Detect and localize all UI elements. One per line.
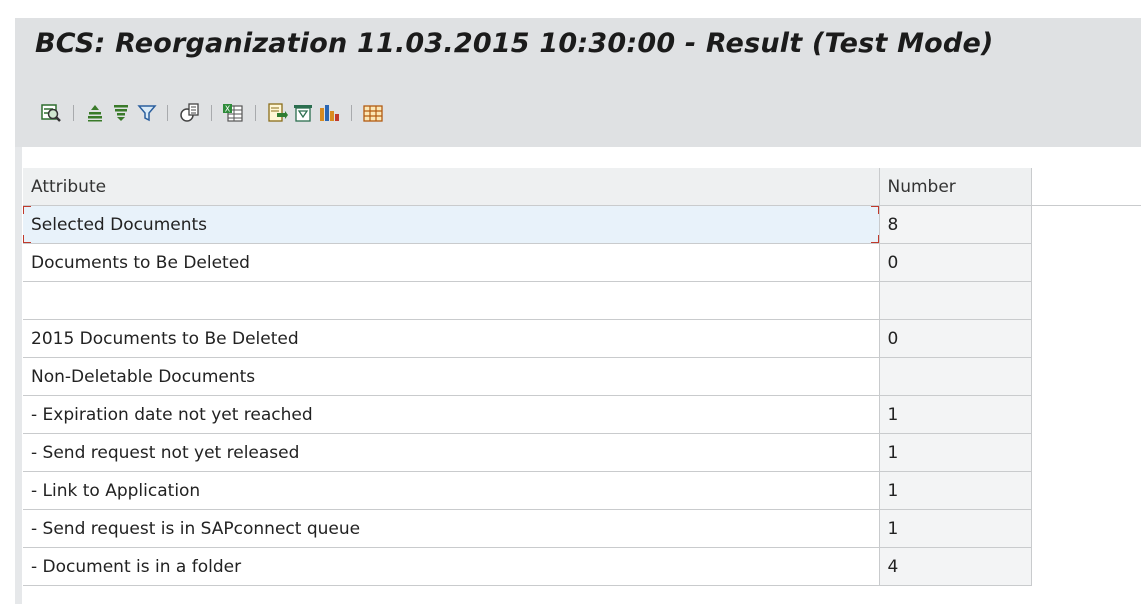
selection-marker bbox=[870, 235, 878, 243]
cell-attribute[interactable]: - Expiration date not yet reached bbox=[23, 395, 880, 434]
column-header-attribute[interactable]: Attribute bbox=[23, 168, 880, 206]
cell-number[interactable] bbox=[879, 281, 1032, 320]
table-row[interactable]: Selected Documents 8 bbox=[23, 205, 1032, 244]
page-title: BCS: Reorganization 11.03.2015 10:30:00 … bbox=[35, 28, 994, 59]
toolbar-separator bbox=[73, 105, 74, 121]
filter-button[interactable] bbox=[135, 101, 159, 125]
cell-number[interactable]: 4 bbox=[879, 547, 1032, 586]
spreadsheet-export-icon: X bbox=[223, 104, 243, 122]
table-row[interactable]: - Document is in a folder 4 bbox=[23, 547, 1032, 586]
table-row[interactable]: - Send request is in SAPconnect queue 1 bbox=[23, 509, 1032, 548]
cell-attribute[interactable]: - Link to Application bbox=[23, 471, 880, 510]
details-button[interactable] bbox=[39, 101, 63, 125]
table-row[interactable]: - Send request not yet released 1 bbox=[23, 433, 1032, 472]
change-layout-icon bbox=[363, 105, 383, 122]
sap-window: BCS: Reorganization 11.03.2015 10:30:00 … bbox=[0, 0, 1141, 604]
table-row[interactable]: Non-Deletable Documents bbox=[23, 357, 1032, 396]
toolbar-separator bbox=[167, 105, 168, 121]
cell-attribute[interactable]: 2015 Documents to Be Deleted bbox=[23, 319, 880, 358]
selection-marker bbox=[23, 235, 31, 243]
toolbar-separator bbox=[255, 105, 256, 121]
spreadsheet-export-button[interactable]: X bbox=[221, 101, 245, 125]
result-table: Attribute Number Selected Documents 8 Do… bbox=[23, 168, 1032, 586]
print-preview-button[interactable] bbox=[291, 101, 315, 125]
cell-number[interactable]: 1 bbox=[879, 509, 1032, 548]
toolbar-separator bbox=[211, 105, 212, 121]
total-icon bbox=[180, 103, 199, 122]
graphic-chart-icon bbox=[320, 105, 339, 121]
table-row[interactable] bbox=[23, 281, 1032, 320]
selection-marker bbox=[870, 205, 878, 214]
alv-toolbar: X bbox=[15, 83, 1141, 147]
title-bar: BCS: Reorganization 11.03.2015 10:30:00 … bbox=[15, 18, 1141, 83]
top-strip bbox=[0, 0, 1141, 18]
table-header-row: Attribute Number bbox=[23, 168, 1032, 206]
cell-attribute[interactable]: Non-Deletable Documents bbox=[23, 357, 880, 396]
change-layout-button[interactable] bbox=[361, 101, 385, 125]
cell-attribute[interactable]: Documents to Be Deleted bbox=[23, 243, 880, 282]
local-file-export-icon bbox=[268, 103, 288, 122]
details-icon bbox=[41, 104, 61, 122]
cell-attribute[interactable]: - Send request not yet released bbox=[23, 433, 880, 472]
svg-text:X: X bbox=[225, 105, 231, 114]
total-button[interactable] bbox=[177, 101, 201, 125]
content-left-border bbox=[15, 147, 22, 604]
cell-number[interactable]: 0 bbox=[879, 319, 1032, 358]
graphic-chart-button[interactable] bbox=[317, 101, 341, 125]
local-file-export-button[interactable] bbox=[265, 101, 289, 125]
cell-number[interactable]: 1 bbox=[879, 395, 1032, 434]
cell-attribute-text: Selected Documents bbox=[31, 214, 208, 235]
cell-attribute[interactable]: - Send request is in SAPconnect queue bbox=[23, 509, 880, 548]
column-header-number[interactable]: Number bbox=[879, 168, 1032, 206]
sort-ascending-button[interactable] bbox=[83, 101, 107, 125]
sort-descending-icon bbox=[114, 105, 128, 121]
table-row[interactable]: - Link to Application 1 bbox=[23, 471, 1032, 510]
filter-icon bbox=[137, 105, 157, 122]
print-preview-icon bbox=[294, 105, 312, 122]
cell-attribute[interactable]: - Document is in a folder bbox=[23, 547, 880, 586]
table-row[interactable]: - Expiration date not yet reached 1 bbox=[23, 395, 1032, 434]
cell-number[interactable]: 1 bbox=[879, 433, 1032, 472]
sort-descending-button[interactable] bbox=[109, 101, 133, 125]
header-extension-line bbox=[1031, 205, 1141, 206]
cell-number[interactable]: 0 bbox=[879, 243, 1032, 282]
cell-number[interactable] bbox=[879, 357, 1032, 396]
cell-number[interactable]: 1 bbox=[879, 471, 1032, 510]
toolbar-separator bbox=[351, 105, 352, 121]
cell-attribute[interactable]: Selected Documents bbox=[23, 205, 880, 244]
cell-attribute[interactable] bbox=[23, 281, 880, 320]
table-row[interactable]: 2015 Documents to Be Deleted 0 bbox=[23, 319, 1032, 358]
cell-number[interactable]: 8 bbox=[879, 205, 1032, 244]
table-row[interactable]: Documents to Be Deleted 0 bbox=[23, 243, 1032, 282]
selection-marker bbox=[23, 205, 31, 214]
sort-ascending-icon bbox=[88, 105, 102, 122]
